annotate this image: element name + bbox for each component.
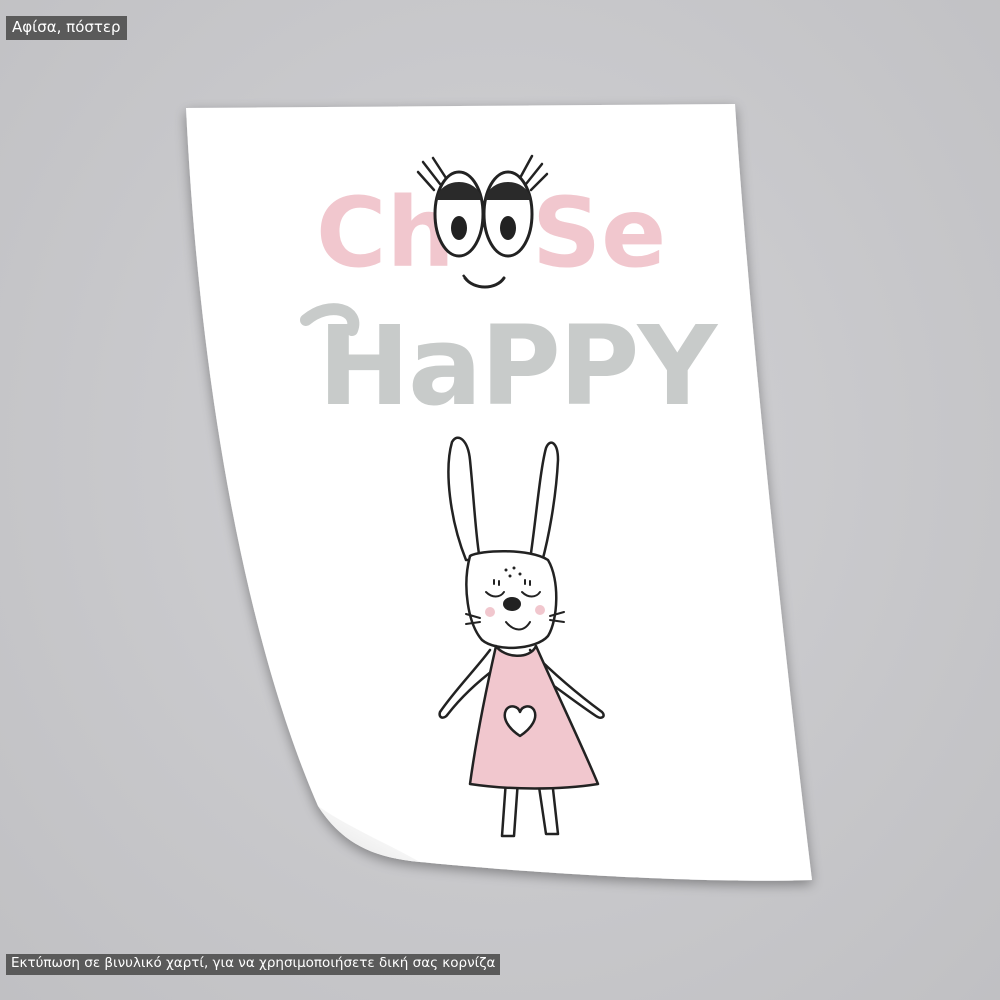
bunny-cheek-right [535,605,545,615]
happy-text: HaPPY [318,302,719,430]
choose-text-se: Se [532,177,666,289]
bunny-cheek-left [485,607,495,617]
poster-illustration: Ch Se HaPPY [186,104,812,881]
print-note-label: Εκτύπωση σε βινυλικό χαρτί, για να χρησι… [6,954,501,975]
category-label: Αφίσα, πόστερ [6,16,127,40]
bunny-nose [503,597,521,611]
choose-text-ch: Ch [316,177,455,289]
